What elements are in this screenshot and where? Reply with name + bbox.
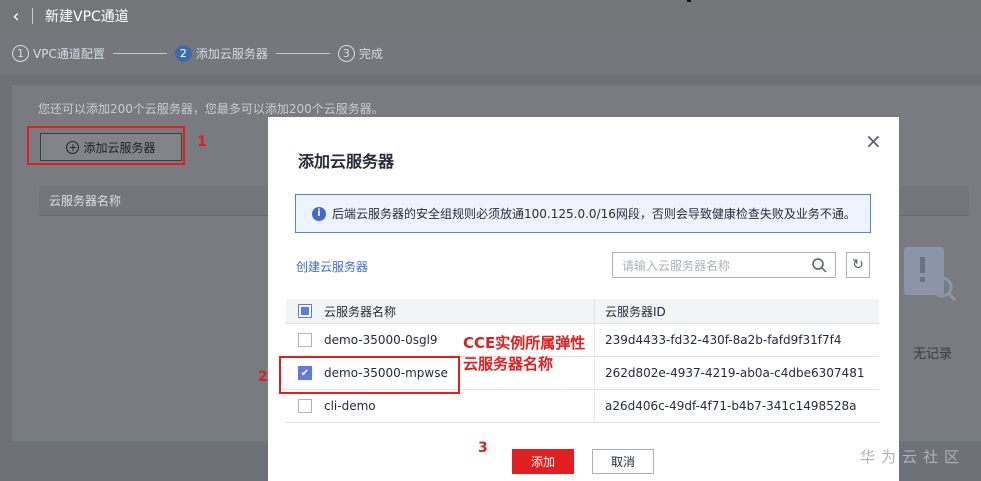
step-3: 3 完成 bbox=[337, 44, 383, 62]
watermark: 华为云社区 bbox=[860, 448, 966, 466]
annotation-note: CCE实例所属弹性 云服务器名称 bbox=[463, 333, 585, 375]
close-icon[interactable]: × bbox=[865, 129, 882, 153]
search-placeholder: 请输入云服务器名称 bbox=[622, 258, 731, 273]
highlight-box-add-button bbox=[27, 126, 185, 165]
quota-info: 您还可以添加200个云服务器，您最多可以添加200个云服务器。 bbox=[38, 102, 384, 116]
cell-name: cli-demo bbox=[286, 390, 595, 422]
highlight-box-selected-row bbox=[279, 356, 460, 394]
cell-id: a26d406c-49df-4f71-b4b7-341c1498528a bbox=[595, 399, 856, 413]
server-id: 262d802e-4937-4219-ab0a-c4dbe6307481 bbox=[605, 366, 865, 380]
step-connector bbox=[112, 52, 167, 54]
empty-state-text: 无记录 bbox=[913, 347, 953, 362]
page-title: 新建VPC通道 bbox=[45, 9, 129, 25]
step-2-number: 2 bbox=[174, 44, 192, 62]
step-3-label: 完成 bbox=[358, 46, 383, 61]
column-header-name: 云服务器名称 bbox=[324, 304, 397, 319]
notice-text: 后端云服务器的安全组规则必须放通100.125.0.0/16网段，否则会导致健康… bbox=[332, 207, 856, 221]
add-button[interactable]: 添加 bbox=[512, 449, 574, 474]
decorative-dot bbox=[687, 0, 691, 2]
add-server-dialog: 添加云服务器 × i 后端云服务器的安全组规则必须放通100.125.0.0/1… bbox=[268, 117, 899, 481]
row-checkbox[interactable] bbox=[298, 333, 312, 347]
step-2: 2 添加云服务器 bbox=[174, 44, 268, 62]
step-indicator: 1 VPC通道配置 2 添加云服务器 3 完成 bbox=[0, 32, 981, 74]
annotation-label-2: 2 bbox=[258, 369, 268, 385]
step-3-number: 3 bbox=[337, 44, 355, 62]
server-name: cli-demo bbox=[324, 399, 376, 413]
divider bbox=[32, 8, 33, 24]
back-arrow-icon[interactable]: ‹ bbox=[0, 0, 32, 32]
top-bar: ‹ 新建VPC通道 bbox=[0, 0, 981, 32]
annotation-label-3: 3 bbox=[478, 440, 488, 456]
annotation-note-line1: CCE实例所属弹性 bbox=[463, 334, 586, 352]
annotation-note-line2: 云服务器名称 bbox=[463, 355, 554, 373]
step-1-label: VPC通道配置 bbox=[33, 46, 105, 61]
refresh-icon: ↻ bbox=[852, 257, 864, 273]
server-id: 239d4433-fd32-430f-8a2b-fafd9f31f7f4 bbox=[605, 333, 842, 347]
header-cell-name: 云服务器名称 bbox=[286, 299, 595, 323]
step-connector bbox=[275, 52, 330, 54]
row-checkbox[interactable] bbox=[298, 399, 312, 413]
server-name: demo-35000-0sgl9 bbox=[324, 333, 438, 347]
dialog-title: 添加云服务器 bbox=[298, 152, 395, 171]
step-2-label: 添加云服务器 bbox=[195, 46, 268, 61]
header-cell-id: 云服务器ID bbox=[595, 303, 666, 320]
select-all-checkbox[interactable] bbox=[298, 304, 312, 318]
cancel-button[interactable]: 取消 bbox=[592, 449, 654, 474]
step-1-number: 1 bbox=[12, 44, 29, 62]
table-header-row: 云服务器名称 云服务器ID bbox=[286, 299, 879, 324]
refresh-button[interactable]: ↻ bbox=[846, 252, 870, 278]
info-icon: i bbox=[312, 206, 326, 221]
column-header-id: 云服务器ID bbox=[605, 304, 666, 319]
create-server-link[interactable]: 创建云服务器 bbox=[296, 258, 368, 275]
cell-id: 262d802e-4937-4219-ab0a-c4dbe6307481 bbox=[595, 366, 864, 380]
security-notice: i 后端云服务器的安全组规则必须放通100.125.0.0/16网段，否则会导致… bbox=[295, 194, 871, 233]
search-icon[interactable] bbox=[811, 257, 827, 273]
empty-state-icon bbox=[904, 247, 957, 302]
step-1: 1 VPC通道配置 bbox=[12, 44, 105, 62]
annotation-label-1: 1 bbox=[197, 134, 207, 150]
server-search-input[interactable]: 请输入云服务器名称 bbox=[612, 252, 836, 278]
table-row[interactable]: cli-demo a26d406c-49df-4f71-b4b7-341c149… bbox=[286, 390, 879, 423]
server-id: a26d406c-49df-4f71-b4b7-341c1498528a bbox=[605, 399, 857, 413]
cell-id: 239d4433-fd32-430f-8a2b-fafd9f31f7f4 bbox=[595, 333, 841, 347]
